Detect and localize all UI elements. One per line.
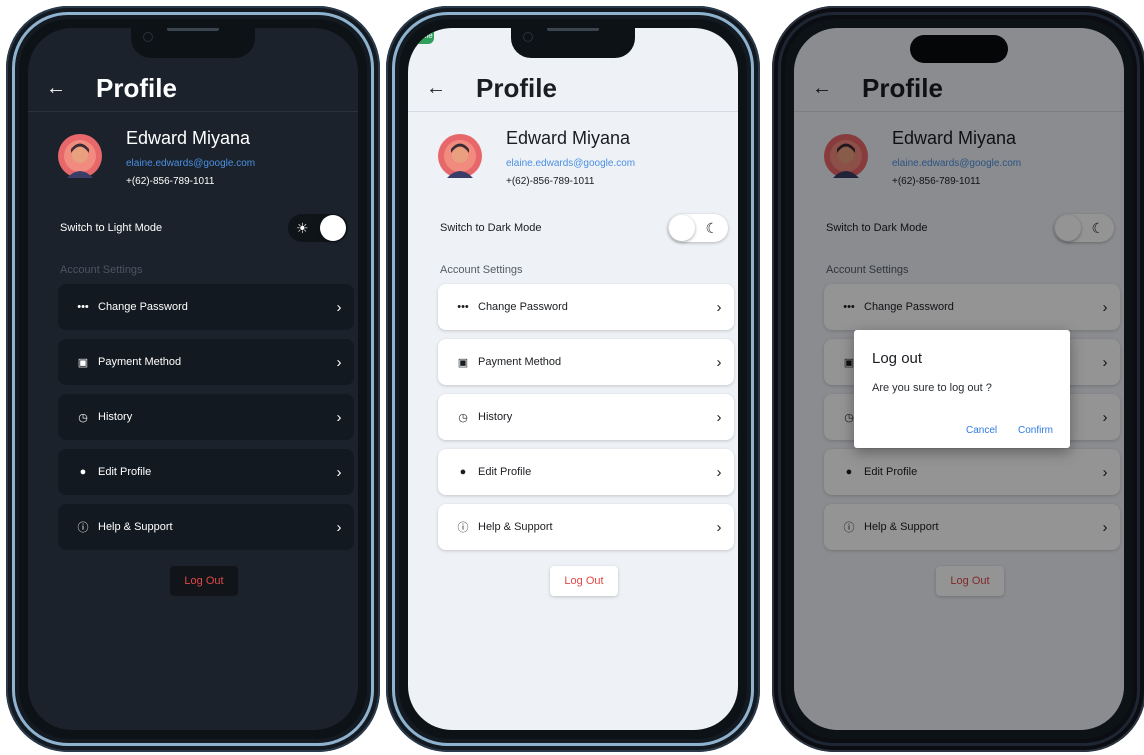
chevron-right-icon: › <box>716 518 722 536</box>
phone-frame-dialog: ← Profile Edward Miyana elaine.edwards@g… <box>772 6 1144 752</box>
cancel-button[interactable]: Cancel <box>966 425 997 436</box>
notch <box>131 28 255 58</box>
menu-item-label: History <box>478 411 513 423</box>
theme-switch-label: Switch to Dark Mode <box>440 222 542 234</box>
user-email: elaine.edwards@google.com <box>126 158 256 169</box>
menu-item-edit-profile[interactable]: ● Edit Profile › <box>58 449 354 495</box>
toggle-knob <box>669 215 695 241</box>
password-dots-icon: ••• <box>77 301 89 313</box>
logout-button[interactable]: Log Out <box>550 566 618 596</box>
menu-item-help-support[interactable]: ⓘ Help & Support › <box>58 504 354 550</box>
logout-dialog: Log out Are you sure to log out ? Cancel… <box>854 330 1070 448</box>
speaker-grille <box>167 28 219 31</box>
theme-toggle[interactable]: ☾ <box>668 214 728 242</box>
dynamic-island <box>910 35 1008 63</box>
menu-item-payment-method[interactable]: ▣ Payment Method › <box>58 339 354 385</box>
chevron-right-icon: › <box>336 463 342 481</box>
chevron-right-icon: › <box>716 298 722 316</box>
front-camera <box>523 32 533 42</box>
moon-icon: ☾ <box>705 220 718 236</box>
front-camera <box>143 32 153 42</box>
help-icon: ⓘ <box>457 522 469 534</box>
menu-item-history[interactable]: ◷ History › <box>438 394 734 440</box>
chevron-right-icon: › <box>716 463 722 481</box>
menu-item-label: Help & Support <box>98 521 173 533</box>
person-icon: ● <box>459 466 467 478</box>
chevron-right-icon: › <box>336 298 342 316</box>
theme-toggle[interactable]: ☀ <box>288 214 348 242</box>
sun-icon: ☀ <box>296 220 309 236</box>
profile-screen-dialog: ← Profile Edward Miyana elaine.edwards@g… <box>794 28 1124 730</box>
back-arrow-icon[interactable]: ← <box>46 78 66 98</box>
profile-screen-light: Profile ← Profile Edward Miyana elaine.e… <box>408 28 738 730</box>
menu-item-label: Change Password <box>98 301 188 313</box>
user-name: Edward Miyana <box>506 128 631 148</box>
section-heading: Account Settings <box>440 264 523 276</box>
user-phone: +(62)-856-789-1011 <box>126 176 215 187</box>
avatar <box>438 134 482 178</box>
user-name: Edward Miyana <box>126 128 251 148</box>
theme-switch-label: Switch to Light Mode <box>60 222 163 234</box>
password-dots-icon: ••• <box>457 301 469 313</box>
dialog-message: Are you sure to log out ? <box>872 382 992 394</box>
debug-ribbon: Profile <box>408 28 434 44</box>
page-title: Profile <box>96 73 177 103</box>
user-email: elaine.edwards@google.com <box>506 158 636 169</box>
phone-frame-dark: ← Profile Edward Miyana elaine.edwards@g… <box>6 6 380 752</box>
menu-item-help-support[interactable]: ⓘ Help & Support › <box>438 504 734 550</box>
menu-item-label: Payment Method <box>98 356 182 368</box>
menu-item-history[interactable]: ◷ History › <box>58 394 354 440</box>
money-icon: ▣ <box>77 356 89 369</box>
toggle-knob <box>320 215 346 241</box>
menu-item-label: Payment Method <box>478 356 562 368</box>
section-heading: Account Settings <box>60 264 143 276</box>
menu-item-change-password[interactable]: ••• Change Password › <box>58 284 354 330</box>
dialog-title: Log out <box>872 350 923 367</box>
profile-screen-dark: ← Profile Edward Miyana elaine.edwards@g… <box>28 28 358 730</box>
chevron-right-icon: › <box>716 353 722 371</box>
logout-button[interactable]: Log Out <box>170 566 238 596</box>
chevron-right-icon: › <box>336 518 342 536</box>
history-icon: ◷ <box>458 411 468 424</box>
menu-item-label: Edit Profile <box>478 466 532 478</box>
help-icon: ⓘ <box>77 522 89 534</box>
chevron-right-icon: › <box>716 408 722 426</box>
history-icon: ◷ <box>78 411 88 424</box>
menu-item-label: Change Password <box>478 301 568 313</box>
menu-item-label: Edit Profile <box>98 466 152 478</box>
person-icon: ● <box>79 466 87 478</box>
menu-item-payment-method[interactable]: ▣ Payment Method › <box>438 339 734 385</box>
phone-frame-light: Profile ← Profile Edward Miyana elaine.e… <box>386 6 760 752</box>
chevron-right-icon: › <box>336 353 342 371</box>
user-phone: +(62)-856-789-1011 <box>506 176 595 187</box>
notch <box>511 28 635 58</box>
chevron-right-icon: › <box>336 408 342 426</box>
speaker-grille <box>547 28 599 31</box>
page-title: Profile <box>476 73 557 103</box>
avatar <box>58 134 102 178</box>
confirm-button[interactable]: Confirm <box>1018 425 1053 436</box>
money-icon: ▣ <box>457 356 469 369</box>
back-arrow-icon[interactable]: ← <box>426 78 446 98</box>
menu-item-change-password[interactable]: ••• Change Password › <box>438 284 734 330</box>
menu-item-edit-profile[interactable]: ● Edit Profile › <box>438 449 734 495</box>
menu-item-label: History <box>98 411 133 423</box>
menu-item-label: Help & Support <box>478 521 553 533</box>
